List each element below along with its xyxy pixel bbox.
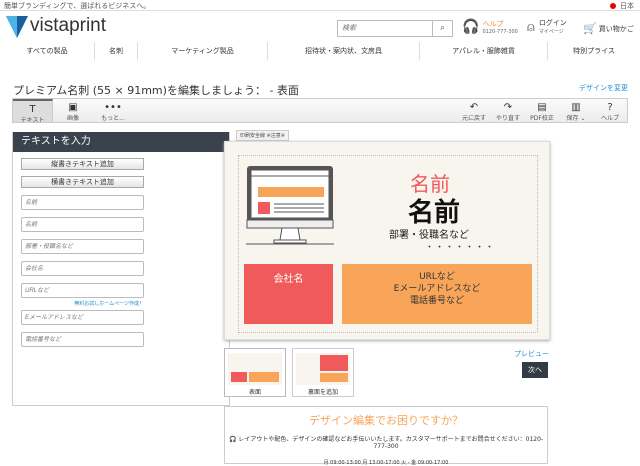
page-title: プレミアム名刺 (55 × 91mm)を編集しましょう： - 表面 [13,84,299,97]
tool-label: やり直す [495,115,520,122]
name-field[interactable] [21,195,144,210]
cart-icon: 🛒 [583,22,597,35]
front-thumbnail-image [228,353,282,385]
country-selector[interactable]: 日本 [610,1,634,11]
top-bar: 簡単ブランディングで、選ばれるビジネスへ。 日本 [0,0,640,11]
preview-link[interactable]: プレビュー [514,349,549,359]
country-label: 日本 [620,2,634,10]
tool-image[interactable]: ▣ 画像 [53,99,93,122]
monitor-illustration[interactable] [246,165,334,245]
logo-text: vistaprint [30,15,107,36]
image-icon: ▣ [68,102,78,113]
tool-label: 画像 [66,115,79,122]
company-field[interactable] [21,261,144,276]
text-panel: テキストを入力 縦書きテキスト追加 横書きテキスト追加 無料お試しホームページ作… [12,132,230,406]
nav-special-price[interactable]: 特別プライス [548,42,640,60]
email-text: Eメールアドレスなど [393,284,481,294]
nav-marketing[interactable]: マーケティング製品 [138,42,268,60]
more-icon: ••• [104,102,122,113]
nav-all-products[interactable]: すべての製品 [0,42,95,60]
japan-flag-icon [610,3,616,9]
help-link[interactable]: 🎧 ヘルプ 0120-777-300 [462,19,518,35]
undo-button[interactable]: ↶ 元に戻す [457,99,491,122]
panel-title: テキストを入力 [13,132,229,152]
help-hours: 月 09:00-13:00 月 13:00-17:00 火 - 金 09:00-… [323,460,449,466]
tool-label: PDF校正 [530,115,554,122]
tool-label: ヘルプ [600,115,619,122]
text-icon: T [29,104,36,115]
login-label: ログイン [538,19,567,27]
pdf-proof-button[interactable]: ▤ PDF校正 [525,99,559,122]
save-icon: ▥ [571,102,581,113]
main-nav: すべての製品 名刺 マーケティング製品 招待状・案内状、文房具 アパレル・服飾雑… [0,42,640,60]
company-text: 会社名 [273,274,304,285]
login-link[interactable]: ⍝ ログインマイページ [527,19,567,35]
add-vertical-text-button[interactable]: 縦書きテキスト追加 [21,158,144,170]
department-field[interactable] [21,239,144,254]
save-button[interactable]: ▥ 保存 ⌄ [559,99,593,122]
next-button[interactable]: 次へ [522,362,548,378]
tool-label: 元に戻す [461,115,486,122]
help-heading: デザイン編集でお困りですか？ [309,414,463,427]
logo[interactable]: vistaprint [6,14,106,38]
change-design-link[interactable]: デザインを変更 [579,83,628,93]
thumb-label: 裏面を追加 [307,389,338,396]
search-button[interactable]: ⌕ [432,21,452,36]
company-block[interactable]: 会社名 [244,264,333,324]
url-text: URLなど [419,272,455,282]
phone-text: 電話番号など [409,296,464,306]
dots-text: ・・・・・・・ [425,243,496,253]
tool-label: 保存 ⌄ [566,115,586,122]
help-box: デザイン編集でお困りですか？ 🎧 レイアウトや配色、デザインの確認などお手伝いい… [224,406,548,466]
contact-block[interactable]: URLなど Eメールアドレスなど 電話番号など [342,264,532,324]
help-label: ヘルプ [482,19,504,28]
login-sub: マイページ [538,29,564,35]
search-box: ⌕ [337,20,453,37]
help-button[interactable]: ? ヘルプ [593,99,627,122]
help-phone: 0120-777-300 [482,28,518,35]
undo-icon: ↶ [469,102,479,113]
redo-icon: ↷ [503,102,513,113]
tool-label: もっと... [101,115,125,122]
tagline: 簡単ブランディングで、選ばれるビジネスへ。 [4,2,151,10]
vistaprint-logo-icon [6,16,28,38]
name-field-2[interactable] [21,217,144,232]
safety-line-label: 印刷安全線 ※注意※ [236,130,289,141]
url-field[interactable] [21,283,144,298]
tool-more[interactable]: ••• もっと... [93,99,133,122]
department-text[interactable]: 部署・役職名など [389,226,469,241]
phone-field[interactable] [21,332,144,347]
help-message: レイアウトや配色、デザインの確認などお手伝いいたします。カスタマーサポートまでお… [238,436,544,450]
headset-icon: 🎧 [228,436,237,443]
tool-text[interactable]: T テキスト [13,99,53,124]
editor-toolbar: T テキスト ▣ 画像 ••• もっと... ↶ 元に戻す ↷ やり直す ▤ PDF校正 ▥… [12,98,628,124]
redo-button[interactable]: ↷ やり直す [491,99,525,122]
thumb-add-back[interactable]: 裏面を追加 [292,348,354,397]
tool-label: テキスト [20,117,45,124]
email-field[interactable] [21,310,144,325]
nav-business-cards[interactable]: 名刺 [95,42,138,60]
user-icon: ⍝ [527,19,535,35]
nav-invitations[interactable]: 招待状・案内状、文房具 [268,42,420,60]
search-input[interactable] [338,21,432,36]
cart-label: 買い物かご [598,24,634,33]
add-horizontal-text-button[interactable]: 横書きテキスト追加 [21,176,144,188]
thumb-label: 表面 [248,389,261,396]
nav-apparel[interactable]: アパレル・服飾雑貨 [420,42,548,60]
help-icon: ? [607,102,613,113]
name-text[interactable]: 名前 [408,192,460,229]
search-icon: ⌕ [439,23,446,33]
thumb-front[interactable]: 表面 [224,348,286,397]
card-canvas[interactable]: 名前 名前 部署・役職名など ・・・・・・・ 会社名 URLなど Eメールアドレ… [224,141,550,340]
back-thumbnail-image [296,353,350,385]
homepage-link[interactable]: 無料お試しホームページ作成！ [21,300,144,307]
cart-link[interactable]: 🛒 買い物かご [583,22,634,35]
pdf-icon: ▤ [537,102,547,113]
headset-icon: 🎧 [462,19,480,35]
